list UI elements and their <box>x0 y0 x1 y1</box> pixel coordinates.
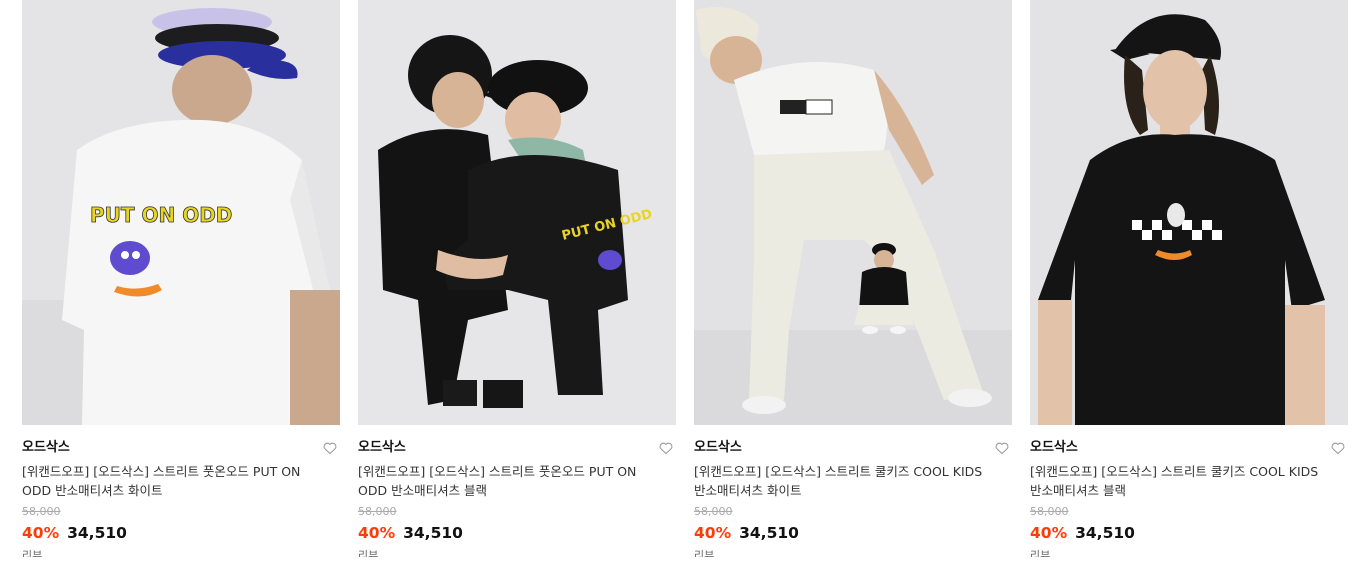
product-image[interactable] <box>694 0 1012 425</box>
price-row: 40% 34,510 <box>22 523 340 543</box>
sale-price: 34,510 <box>739 524 799 542</box>
product-grid: PUT ON ODD 오드삭스 [위캔드오프] [오드삭스] 스트리트 풋온오드… <box>0 0 1354 561</box>
product-image[interactable]: PUT ON ODD <box>22 0 340 425</box>
original-price: 58,000 <box>358 505 397 518</box>
original-price: 58,000 <box>694 505 733 518</box>
product-image[interactable]: PUT ON ODD <box>358 0 676 425</box>
heart-icon[interactable] <box>322 440 338 456</box>
brand-name[interactable]: 오드삭스 <box>22 439 340 457</box>
product-image[interactable] <box>1030 0 1348 425</box>
product-card[interactable]: 오드삭스 [위캔드오프] [오드삭스] 스트리트 쿨키즈 COOL KIDS 반… <box>1030 0 1348 557</box>
heart-icon[interactable] <box>994 440 1010 456</box>
product-title[interactable]: [위캔드오프] [오드삭스] 스트리트 풋온오드 PUT ON ODD 반소매티… <box>22 462 322 500</box>
product-card[interactable]: 오드삭스 [위캔드오프] [오드삭스] 스트리트 쿨키즈 COOL KIDS 반… <box>694 0 1012 557</box>
product-title[interactable]: [위캔드오프] [오드삭스] 스트리트 쿨키즈 COOL KIDS 반소매티셔츠… <box>694 462 994 500</box>
product-title[interactable]: [위캔드오프] [오드삭스] 스트리트 풋온오드 PUT ON ODD 반소매티… <box>358 462 658 500</box>
original-price: 58,000 <box>1030 505 1069 518</box>
review-info: 리뷰 <box>694 549 715 557</box>
sale-price: 34,510 <box>403 524 463 542</box>
price-row: 40% 34,510 <box>358 523 676 543</box>
brand-name[interactable]: 오드삭스 <box>1030 439 1348 457</box>
sale-price: 34,510 <box>67 524 127 542</box>
product-card[interactable]: PUT ON ODD 오드삭스 [위캔드오프] [오드삭스] 스트리트 풋온오드… <box>358 0 676 557</box>
discount-rate: 40% <box>358 524 396 542</box>
original-price: 58,000 <box>22 505 61 518</box>
heart-icon[interactable] <box>1330 440 1346 456</box>
price-row: 40% 34,510 <box>1030 523 1348 543</box>
brand-name[interactable]: 오드삭스 <box>358 439 676 457</box>
product-title[interactable]: [위캔드오프] [오드삭스] 스트리트 쿨키즈 COOL KIDS 반소매티셔츠… <box>1030 462 1330 500</box>
discount-rate: 40% <box>694 524 732 542</box>
discount-rate: 40% <box>22 524 60 542</box>
brand-name[interactable]: 오드삭스 <box>694 439 1012 457</box>
review-info: 리뷰 <box>358 549 379 557</box>
sale-price: 34,510 <box>1075 524 1135 542</box>
review-info: 리뷰 <box>1030 549 1051 557</box>
product-card[interactable]: PUT ON ODD 오드삭스 [위캔드오프] [오드삭스] 스트리트 풋온오드… <box>22 0 340 557</box>
price-row: 40% 34,510 <box>694 523 1012 543</box>
tee-graphic-text: PUT ON ODD <box>90 203 232 227</box>
discount-rate: 40% <box>1030 524 1068 542</box>
review-info: 리뷰 <box>22 549 43 557</box>
heart-icon[interactable] <box>658 440 674 456</box>
